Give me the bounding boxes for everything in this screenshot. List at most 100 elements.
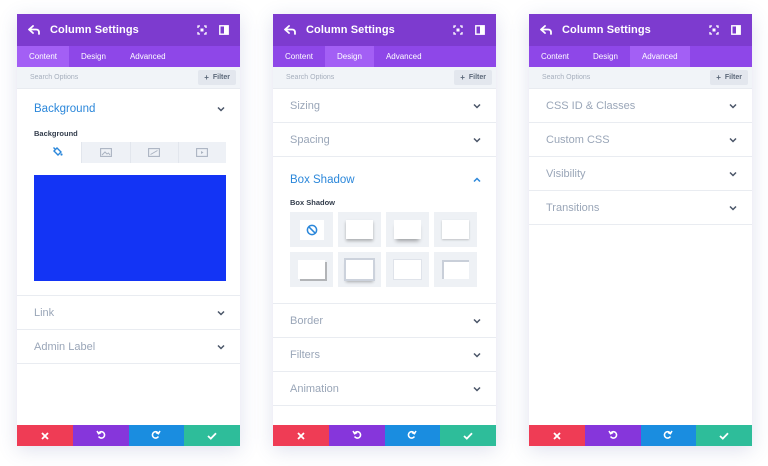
tab-bar: Content Design Advanced: [529, 46, 752, 67]
panel-titlebar: Column Settings: [529, 14, 752, 46]
bg-gradient-tab[interactable]: [131, 142, 179, 163]
section-label: Transitions: [546, 201, 600, 214]
search-input[interactable]: Search Options: [30, 74, 78, 81]
undo-icon: [351, 427, 362, 445]
panel-body: Sizing Spacing Box Shadow Box Shadow Bor…: [273, 89, 496, 425]
background-color-preview[interactable]: [34, 175, 226, 281]
field-label: Background: [34, 129, 78, 138]
sidebar-toggle-icon[interactable]: [729, 23, 743, 37]
redo-button[interactable]: [640, 425, 697, 446]
search-input[interactable]: Search Options: [542, 74, 590, 81]
tab-design[interactable]: Design: [581, 46, 630, 67]
section-custom-css[interactable]: Custom CSS: [529, 123, 752, 157]
section-link[interactable]: Link: [17, 296, 240, 330]
section-label: CSS ID & Classes: [546, 99, 636, 112]
chevron-down-icon: [472, 384, 482, 394]
paint-bucket-icon: [52, 144, 63, 162]
undo-button[interactable]: [328, 425, 385, 446]
shadow-preset-7[interactable]: [434, 252, 477, 287]
panel-footer: [529, 425, 752, 446]
undo-button[interactable]: [584, 425, 641, 446]
section-box-shadow: Box Shadow Box Shadow: [273, 157, 496, 304]
redo-button[interactable]: [128, 425, 185, 446]
search-input[interactable]: Search Options: [286, 74, 334, 81]
discard-button[interactable]: [529, 425, 585, 446]
gradient-icon: [148, 144, 161, 162]
chevron-down-icon: [216, 104, 226, 114]
discard-button[interactable]: [17, 425, 73, 446]
section-label: Filters: [290, 348, 320, 361]
section-border[interactable]: Border: [273, 304, 496, 338]
redo-icon: [407, 427, 418, 445]
tab-content[interactable]: Content: [273, 46, 325, 67]
expand-icon[interactable]: [451, 23, 465, 37]
tab-advanced[interactable]: Advanced: [374, 46, 434, 67]
undo-button[interactable]: [72, 425, 129, 446]
save-button[interactable]: [440, 425, 496, 446]
plus-icon: +: [716, 73, 721, 82]
chevron-down-icon: [472, 350, 482, 360]
filter-button[interactable]: + Filter: [454, 70, 492, 85]
plus-icon: +: [204, 73, 209, 82]
tab-bar: Content Design Advanced: [273, 46, 496, 67]
filter-button[interactable]: + Filter: [198, 70, 236, 85]
bg-video-tab[interactable]: [179, 142, 226, 163]
section-visibility[interactable]: Visibility: [529, 157, 752, 191]
section-css-id-classes[interactable]: CSS ID & Classes: [529, 89, 752, 123]
sidebar-toggle-icon[interactable]: [217, 23, 231, 37]
discard-button[interactable]: [273, 425, 329, 446]
shadow-preset-3[interactable]: [434, 212, 477, 247]
tab-advanced[interactable]: Advanced: [629, 46, 690, 67]
chevron-down-icon: [472, 135, 482, 145]
save-button[interactable]: [696, 425, 752, 446]
panel-footer: [17, 425, 240, 446]
shadow-preset-5[interactable]: [338, 252, 381, 287]
section-header-background[interactable]: Background: [17, 89, 240, 129]
tab-content[interactable]: Content: [529, 46, 581, 67]
panel-body: CSS ID & Classes Custom CSS Visibility T…: [529, 89, 752, 425]
sidebar-toggle-icon[interactable]: [473, 23, 487, 37]
image-icon: [99, 144, 112, 162]
section-label: Link: [34, 306, 55, 319]
panel-footer: [273, 425, 496, 446]
back-arrow-icon[interactable]: [539, 23, 553, 37]
expand-icon[interactable]: [707, 23, 721, 37]
plus-icon: +: [460, 73, 465, 82]
back-arrow-icon[interactable]: [27, 23, 41, 37]
back-arrow-icon[interactable]: [283, 23, 297, 37]
section-admin-label[interactable]: Admin Label: [17, 330, 240, 364]
section-label: Sizing: [290, 99, 320, 112]
shadow-preset-1[interactable]: [338, 212, 381, 247]
chevron-down-icon: [728, 203, 738, 213]
panel-titlebar: Column Settings: [17, 14, 240, 46]
section-animation[interactable]: Animation: [273, 372, 496, 406]
section-sizing[interactable]: Sizing: [273, 89, 496, 123]
chevron-down-icon: [728, 169, 738, 179]
save-button[interactable]: [184, 425, 240, 446]
tab-design[interactable]: Design: [69, 46, 118, 67]
shadow-preset-4[interactable]: [290, 252, 333, 287]
panel-titlebar: Column Settings: [273, 14, 496, 46]
bg-image-tab[interactable]: [82, 142, 131, 163]
tab-design[interactable]: Design: [325, 46, 374, 67]
section-filters[interactable]: Filters: [273, 338, 496, 372]
section-transitions[interactable]: Transitions: [529, 191, 752, 225]
filter-button[interactable]: + Filter: [710, 70, 748, 85]
bg-color-tab[interactable]: [34, 142, 83, 163]
tab-advanced[interactable]: Advanced: [118, 46, 178, 67]
expand-icon[interactable]: [195, 23, 209, 37]
filter-label: Filter: [724, 74, 742, 81]
tab-content[interactable]: Content: [17, 46, 70, 67]
section-label: Visibility: [546, 167, 586, 180]
chevron-up-icon: [472, 175, 482, 185]
section-header-box-shadow[interactable]: Box Shadow: [273, 157, 496, 203]
shadow-preset-none[interactable]: [290, 212, 333, 247]
search-bar: Search Options + Filter: [529, 67, 752, 89]
redo-button[interactable]: [384, 425, 441, 446]
section-spacing[interactable]: Spacing: [273, 123, 496, 157]
section-label: Admin Label: [34, 340, 96, 353]
check-icon: [719, 427, 729, 445]
chevron-down-icon: [216, 308, 226, 318]
shadow-preset-2[interactable]: [386, 212, 429, 247]
shadow-preset-6[interactable]: [386, 252, 429, 287]
